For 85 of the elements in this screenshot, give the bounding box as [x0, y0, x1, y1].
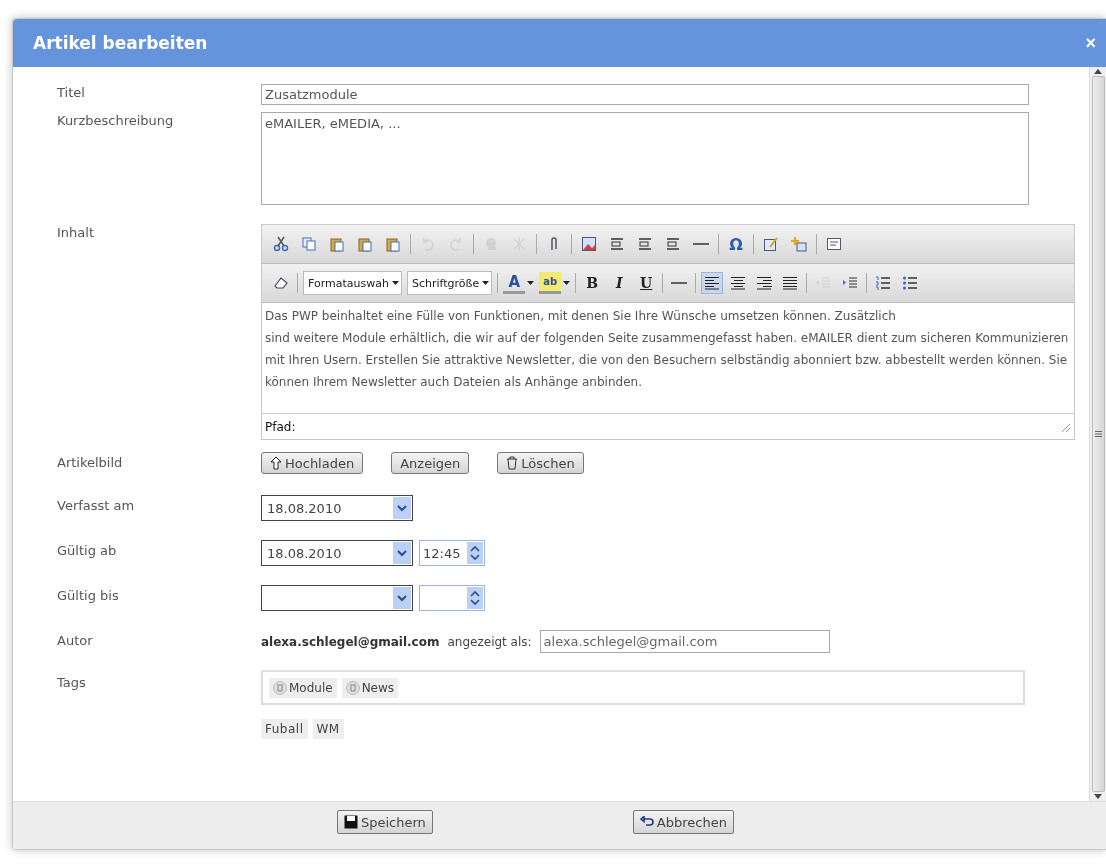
indent-icon: [842, 275, 859, 291]
editor-text[interactable]: Das PWP beinhaltet eine Fülle von Funktionen, mit denen Sie Ihre Wünsche umsetzen können. Zusätzlich sind weitere Module erhältlich, die wir auf der folgenden Seite zusammengefasst haben. eMAILER dient zum sicheren Kommunizieren mit Ihren Usern. Erstellen Sie attraktive Newsletter, die von den Besuchern selbständig abonniert bzw. abbestellt werden können. Sie können Ihrem Newsletter auch Dateien als Anhänge anbinden.: [262, 303, 1074, 413]
redo-icon: [448, 236, 464, 252]
cancel-button[interactable]: Abbrechen: [632, 810, 734, 834]
field-label: Autor: [57, 632, 94, 648]
undo-icon: [420, 236, 436, 252]
upload-arrow-icon: [270, 456, 282, 470]
show-button[interactable]: Anzeigen: [391, 452, 470, 474]
field-label: Gültig bis: [57, 587, 120, 603]
path-label: Pfad:: [265, 419, 296, 434]
format-select[interactable]: Formatauswah: [303, 271, 402, 295]
field-label: Gültig ab: [57, 542, 118, 558]
dialog-title: Artikel bearbeiten: [33, 33, 208, 53]
field-label: Tags: [57, 674, 87, 690]
time-spinner[interactable]: 12:45: [419, 540, 485, 566]
scroll-down-icon[interactable]: [1094, 794, 1102, 799]
clipboard-icon: [357, 236, 373, 252]
scissors-icon: [273, 236, 289, 252]
bold-button[interactable]: B: [581, 272, 604, 294]
horizontal-rule-icon: [693, 243, 709, 245]
clipboard-icon: [329, 236, 345, 252]
spinner-arrows-icon: [470, 589, 480, 607]
time-spinner[interactable]: [419, 585, 485, 611]
bullet-list-icon: [902, 275, 919, 291]
outdent-icon: [815, 275, 832, 291]
remove-tag-icon: [273, 680, 287, 695]
plus-icon: [791, 236, 807, 252]
chevron-down-icon: [397, 504, 407, 512]
trash-icon: [506, 456, 519, 470]
numbered-list-icon: [875, 275, 892, 291]
scrollbar-thumb[interactable]: [1091, 76, 1105, 792]
field-label: Titel: [57, 84, 86, 100]
date-dropdown[interactable]: 18.08.2010: [261, 540, 413, 566]
save-button[interactable]: Speichern: [337, 810, 433, 834]
chevron-down-icon: [397, 594, 407, 602]
author-email: alexa.schlegel@gmail.com: [261, 634, 440, 649]
field-label: Artikelbild: [57, 454, 124, 470]
display-as-label: angezeigt als:: [447, 634, 532, 649]
delete-button[interactable]: Löschen: [497, 452, 584, 474]
italic-button[interactable]: I: [608, 272, 631, 294]
tag-suggestion[interactable]: Fuball: [261, 719, 308, 739]
align-right-icon: [756, 275, 773, 291]
field-label: Kurzbeschreibung: [57, 112, 175, 128]
image-icon: [581, 236, 597, 252]
layout-icon: [609, 236, 625, 252]
format-select[interactable]: Schriftgröße: [406, 271, 493, 295]
caret-icon: [391, 281, 399, 285]
text-color-button[interactable]: A: [503, 272, 526, 294]
align-center-icon: [730, 275, 747, 291]
summary-textarea[interactable]: eMAILER, eMEDIA, ...: [261, 112, 1029, 205]
tag[interactable]: Module: [269, 677, 337, 698]
scrollbar[interactable]: [1089, 67, 1106, 801]
caret-icon: [527, 281, 535, 285]
align-left-icon: [704, 275, 721, 291]
pencil-icon: [763, 236, 779, 252]
date-dropdown[interactable]: [261, 585, 413, 611]
tag[interactable]: News: [341, 677, 399, 698]
caret-icon: [563, 281, 571, 285]
upload-button[interactable]: Hochladen: [261, 452, 364, 474]
horizontal-rule-icon: [671, 282, 688, 284]
caret-icon: [482, 281, 490, 285]
spinner-arrows-icon: [470, 544, 480, 562]
remove-tag-icon: [345, 680, 360, 695]
highlight-button[interactable]: ab: [539, 272, 562, 294]
template-icon: [826, 236, 842, 252]
symbol-button[interactable]: Ω: [725, 233, 747, 255]
date-dropdown[interactable]: 18.08.2010: [261, 495, 413, 521]
clipboard-icon: [385, 236, 401, 252]
field-label: Verfasst am: [57, 497, 136, 513]
eraser-icon: [273, 275, 289, 291]
field-label: Inhalt: [57, 224, 95, 240]
tags-field[interactable]: Module News: [261, 670, 1025, 705]
underline-button[interactable]: U: [635, 272, 658, 294]
title-input[interactable]: Zusatzmodule: [261, 84, 1029, 105]
display-name-input[interactable]: alexa.schlegel@gmail.com: [539, 630, 830, 653]
copy-icon: [301, 236, 317, 252]
tag-suggestion[interactable]: WM: [312, 719, 344, 739]
alignment-button[interactable]: [701, 272, 724, 294]
scroll-up-icon[interactable]: [1094, 69, 1102, 74]
grip-icon: [1094, 431, 1102, 437]
undo-arrow-icon: [639, 816, 654, 828]
align-justify-icon: [782, 275, 799, 291]
layout-icon: [665, 236, 681, 252]
layout-icon: [637, 236, 653, 252]
chevron-down-icon: [397, 549, 407, 557]
